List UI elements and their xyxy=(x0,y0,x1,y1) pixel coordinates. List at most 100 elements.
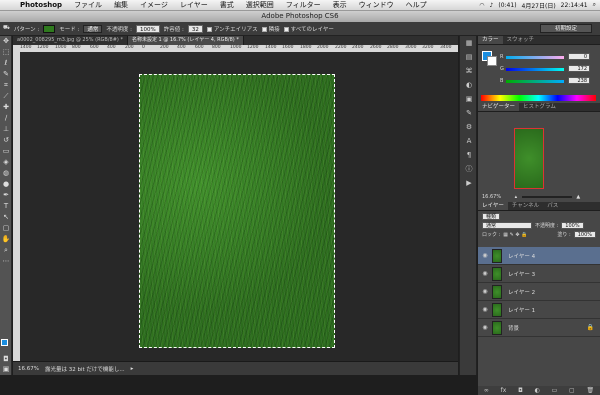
healing-tool-icon[interactable]: ✚ xyxy=(0,102,12,113)
actions-icon[interactable]: ▶ xyxy=(460,176,478,190)
antialias-checkbox[interactable]: アンチエイリアス xyxy=(206,25,258,33)
dodge-tool-icon[interactable]: ● xyxy=(0,179,12,190)
zoom-out-icon[interactable]: ▴ xyxy=(515,194,518,200)
mode-select[interactable]: 通常 xyxy=(83,24,103,33)
path-select-tool-icon[interactable]: ↖ xyxy=(0,212,12,223)
crop-tool-icon[interactable]: ⌗ xyxy=(0,80,12,91)
history-icon[interactable]: ▦ xyxy=(460,36,478,50)
visibility-eye-icon[interactable]: ◉ xyxy=(478,324,492,331)
layer-row-4[interactable]: ◉ レイヤー 4 xyxy=(478,247,600,265)
menu-type[interactable]: 書式 xyxy=(214,0,240,10)
tab-swatches[interactable]: スウォッチ xyxy=(503,36,539,44)
menu-image[interactable]: イメージ xyxy=(134,0,174,10)
navigator-zoom[interactable]: 16.67% xyxy=(482,194,501,200)
layer-name[interactable]: レイヤー 4 xyxy=(508,252,535,260)
visibility-eye-icon[interactable]: ◉ xyxy=(478,270,492,277)
color-b-input[interactable]: 238 xyxy=(568,77,590,84)
tolerance-input[interactable]: 32 xyxy=(187,24,203,33)
layer-row-3[interactable]: ◉ レイヤー 3 xyxy=(478,265,600,283)
doc-tab-photo[interactable]: a0002_008295_m3.jpg @ 25% (RGB/8#) * xyxy=(13,36,128,45)
layer-row-1[interactable]: ◉ レイヤー 1 xyxy=(478,301,600,319)
fill-input[interactable]: 100% xyxy=(573,231,596,238)
tab-histogram[interactable]: ヒストグラム xyxy=(519,103,560,111)
menu-window[interactable]: ウィンドウ xyxy=(353,0,400,10)
move-tool-icon[interactable]: ✥ xyxy=(0,36,12,47)
layer-name[interactable]: レイヤー 3 xyxy=(508,270,535,278)
menu-view[interactable]: 表示 xyxy=(327,0,353,10)
styles-icon[interactable]: ▣ xyxy=(460,92,478,106)
color-background-swatch[interactable] xyxy=(487,56,497,66)
menu-help[interactable]: ヘルプ xyxy=(400,0,433,10)
stamp-tool-icon[interactable]: ⊥ xyxy=(0,124,12,135)
color-g-input[interactable]: 172 xyxy=(568,65,590,72)
layer-opacity-input[interactable]: 100% xyxy=(561,222,584,229)
more-tools-icon[interactable]: ⋯ xyxy=(0,256,12,267)
menu-filter[interactable]: フィルター xyxy=(280,0,327,10)
blur-tool-icon[interactable]: ◍ xyxy=(0,168,12,179)
visibility-eye-icon[interactable]: ◉ xyxy=(478,306,492,313)
menu-layer[interactable]: レイヤー xyxy=(174,0,214,10)
paragraph-icon[interactable]: ¶ xyxy=(460,148,478,162)
hand-tool-icon[interactable]: ✋ xyxy=(0,234,12,245)
opacity-input[interactable]: 100% xyxy=(135,24,160,33)
color-r-input[interactable]: 0 xyxy=(568,53,590,60)
navigator-thumbnail[interactable] xyxy=(514,128,544,189)
eyedropper-tool-icon[interactable]: ⟋ xyxy=(0,91,12,102)
layer-style-icon[interactable]: fx xyxy=(501,387,507,394)
battery-status[interactable]: (0:41) xyxy=(498,2,516,9)
layer-name[interactable]: レイヤー 1 xyxy=(508,306,535,314)
navigator-zoom-slider[interactable] xyxy=(521,195,572,198)
color-b-slider[interactable] xyxy=(506,80,564,83)
brush-tool-icon[interactable]: ∕ xyxy=(0,113,12,124)
layer-kind-filter[interactable]: 種類 xyxy=(482,213,501,220)
lock-icons[interactable]: ▦ ✎ ✥ 🔒 xyxy=(503,232,527,238)
adjustment-layer-icon[interactable]: ◐ xyxy=(535,387,540,394)
link-layers-icon[interactable]: ∞ xyxy=(484,387,489,394)
layer-name[interactable]: 背景 xyxy=(508,324,519,332)
workspace-select[interactable]: 初期設定 xyxy=(540,24,592,33)
search-icon[interactable]: ⌕ xyxy=(593,1,596,9)
pen-tool-icon[interactable]: ✒ xyxy=(0,190,12,201)
tab-layers[interactable]: レイヤー xyxy=(478,202,508,210)
shape-tool-icon[interactable]: ▢ xyxy=(0,223,12,234)
layer-row-2[interactable]: ◉ レイヤー 2 xyxy=(478,283,600,301)
foreground-color-swatch[interactable] xyxy=(1,339,8,346)
eraser-tool-icon[interactable]: ▭ xyxy=(0,146,12,157)
canvas-area[interactable] xyxy=(20,52,458,361)
doc-tab-untitled[interactable]: 名称未設定 1 @ 16.7% (レイヤー 4, RGB/8) * xyxy=(127,36,244,45)
layer-mask-icon[interactable]: ◘ xyxy=(518,387,523,394)
group-icon[interactable]: ▭ xyxy=(552,387,558,394)
brush-preset-icon[interactable]: ⌘ xyxy=(460,64,478,78)
menu-edit[interactable]: 編集 xyxy=(108,0,134,10)
date-label[interactable]: 4月27日(日) xyxy=(522,1,556,10)
properties-icon[interactable]: ▤ xyxy=(460,50,478,64)
type-tool-icon[interactable]: T xyxy=(0,201,12,212)
volume-icon[interactable]: ♪ xyxy=(490,2,494,9)
visibility-eye-icon[interactable]: ◉ xyxy=(478,288,492,295)
info-icon[interactable]: ⓘ xyxy=(460,162,478,176)
layer-row-background[interactable]: ◉ 背景 🔒 xyxy=(478,319,600,337)
menu-file[interactable]: ファイル xyxy=(68,0,108,10)
contiguous-checkbox[interactable]: 隣接 xyxy=(261,25,280,33)
history-brush-tool-icon[interactable]: ↺ xyxy=(0,135,12,146)
trash-icon[interactable]: 🗑 xyxy=(586,387,594,394)
tab-color[interactable]: カラー xyxy=(478,36,503,44)
marquee-tool-icon[interactable]: ⬚ xyxy=(0,47,12,58)
new-layer-icon[interactable]: ▢ xyxy=(569,387,575,394)
wifi-icon[interactable]: ◠ xyxy=(479,2,484,9)
all-layers-checkbox[interactable]: すべてのレイヤー xyxy=(283,25,334,33)
quick-select-tool-icon[interactable]: ✎ xyxy=(0,69,12,80)
status-arrow-icon[interactable]: ▸ xyxy=(131,366,134,372)
zoom-level[interactable]: 16.67% xyxy=(18,366,39,372)
color-r-slider[interactable] xyxy=(506,56,564,59)
zoom-in-icon[interactable]: ▲ xyxy=(576,194,580,200)
pattern-swatch[interactable] xyxy=(43,24,56,33)
blend-mode-select[interactable]: 通常 xyxy=(482,222,532,229)
adjustments-icon[interactable]: ◐ xyxy=(460,78,478,92)
tab-channels[interactable]: チャンネル xyxy=(508,202,543,210)
character-icon[interactable]: A xyxy=(460,134,478,148)
paint-bucket-tool-icon[interactable]: ◈ xyxy=(0,157,12,168)
brush-icon[interactable]: ✎ xyxy=(460,106,478,120)
color-g-slider[interactable] xyxy=(506,68,564,71)
tab-paths[interactable]: パス xyxy=(543,202,562,210)
